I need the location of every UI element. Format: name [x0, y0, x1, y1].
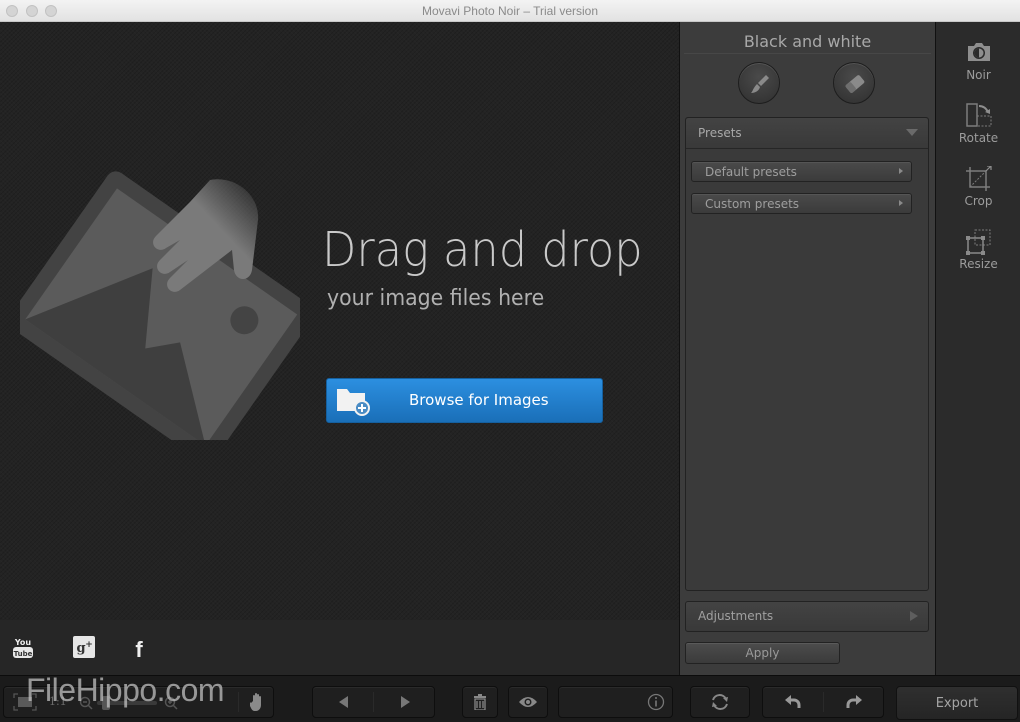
- title-bar: Movavi Photo Noir – Trial version: [0, 0, 1020, 22]
- preview-button[interactable]: [509, 687, 547, 717]
- fit-to-window-button[interactable]: [8, 687, 42, 717]
- chevron-right-icon: [899, 200, 903, 206]
- adjustments-header[interactable]: Adjustments: [685, 601, 929, 632]
- adjustments-label: Adjustments: [698, 609, 774, 623]
- tool-rotate-label: Rotate: [958, 131, 999, 145]
- pan-tool-button[interactable]: [242, 687, 274, 717]
- folder-add-icon: [337, 389, 370, 416]
- crop-icon: [966, 166, 992, 191]
- export-button[interactable]: Export: [896, 686, 1018, 720]
- refresh-icon: [712, 694, 728, 710]
- window-title: Movavi Photo Noir – Trial version: [421, 4, 599, 18]
- reset-button[interactable]: [691, 687, 749, 717]
- delete-button[interactable]: [463, 687, 497, 717]
- rotate-icon: [966, 103, 992, 127]
- info-button[interactable]: [639, 687, 673, 717]
- svg-text:g: g: [76, 641, 85, 656]
- custom-presets-item[interactable]: Custom presets: [691, 193, 912, 214]
- camera-icon: [968, 43, 990, 61]
- drag-drop-heading: Drag and drop: [322, 222, 643, 278]
- apply-button[interactable]: Apply: [685, 642, 840, 664]
- collapse-triangle-icon: [906, 129, 918, 136]
- redo-button[interactable]: [825, 687, 883, 717]
- next-image-button[interactable]: [375, 687, 435, 717]
- zoom-slider-knob[interactable]: [102, 696, 111, 710]
- chevron-right-icon: [899, 168, 903, 174]
- navigation-group: [312, 686, 435, 718]
- divider: [373, 692, 374, 712]
- info-icon: [647, 693, 665, 711]
- resize-icon: [966, 229, 991, 255]
- info-group: [558, 686, 673, 718]
- arrow-right-icon: [401, 696, 410, 708]
- social-bar: [0, 620, 679, 675]
- delete-group: [462, 686, 498, 718]
- eye-icon: [519, 697, 537, 707]
- tool-noir-label: Noir: [966, 68, 991, 82]
- google-plus-icon[interactable]: g +: [73, 636, 95, 658]
- default-presets-item[interactable]: Default presets: [691, 161, 912, 182]
- svg-text:Tube: Tube: [14, 650, 33, 658]
- bottom-toolbar: 1:1 Export: [0, 675, 1020, 722]
- fit-screen-icon: [13, 693, 37, 711]
- view-controls-group: 1:1: [3, 686, 274, 718]
- panel-divider: [684, 53, 931, 54]
- redo-icon: [846, 695, 862, 708]
- expand-triangle-icon: [910, 611, 918, 621]
- preview-group: [508, 686, 548, 718]
- tool-resize-label: Resize: [959, 257, 998, 271]
- undo-button[interactable]: [763, 687, 823, 717]
- reset-group: [690, 686, 750, 718]
- eraser-button[interactable]: [833, 62, 875, 104]
- drag-image-hand-icon: [20, 171, 300, 440]
- brush-button[interactable]: [738, 62, 780, 104]
- tools-sidebar: Noir Rotate Crop Resize: [935, 22, 1020, 675]
- actual-size-button[interactable]: 1:1: [49, 695, 67, 708]
- zoom-in-icon[interactable]: [164, 696, 178, 710]
- facebook-icon[interactable]: f: [131, 636, 147, 660]
- black-and-white-panel: Black and white Presets Default presets …: [679, 22, 935, 675]
- tool-crop[interactable]: Crop: [936, 166, 1020, 226]
- tool-crop-label: Crop: [964, 194, 993, 208]
- presets-label: Presets: [698, 126, 742, 140]
- custom-presets-label: Custom presets: [705, 197, 800, 211]
- youtube-icon[interactable]: You Tube: [12, 636, 34, 660]
- default-presets-label: Default presets: [705, 165, 797, 179]
- brush-icon: [751, 75, 769, 93]
- hand-icon: [250, 693, 261, 711]
- panel-title: Black and white: [743, 32, 872, 51]
- divider: [823, 692, 824, 712]
- browse-images-label: Browse for Images: [409, 391, 549, 409]
- undo-icon: [785, 695, 801, 708]
- tool-rotate[interactable]: Rotate: [936, 103, 1020, 163]
- drag-drop-subheading: your image files here: [327, 286, 545, 311]
- presets-section: Presets Default presets Custom presets: [685, 117, 929, 591]
- zoom-slider[interactable]: [97, 696, 157, 710]
- divider: [238, 692, 239, 712]
- svg-text:f: f: [135, 637, 143, 660]
- eraser-icon: [845, 75, 865, 93]
- arrow-left-icon: [338, 696, 348, 708]
- history-group: [762, 686, 884, 718]
- presets-header[interactable]: Presets: [686, 118, 928, 149]
- tool-noir[interactable]: Noir: [936, 40, 1020, 100]
- svg-text:You: You: [14, 638, 32, 647]
- browse-images-button[interactable]: Browse for Images: [326, 378, 603, 423]
- tool-resize[interactable]: Resize: [936, 229, 1020, 289]
- zoom-out-icon[interactable]: [79, 696, 93, 710]
- svg-text:+: +: [85, 640, 93, 650]
- trash-icon: [474, 694, 486, 710]
- previous-image-button[interactable]: [313, 687, 374, 717]
